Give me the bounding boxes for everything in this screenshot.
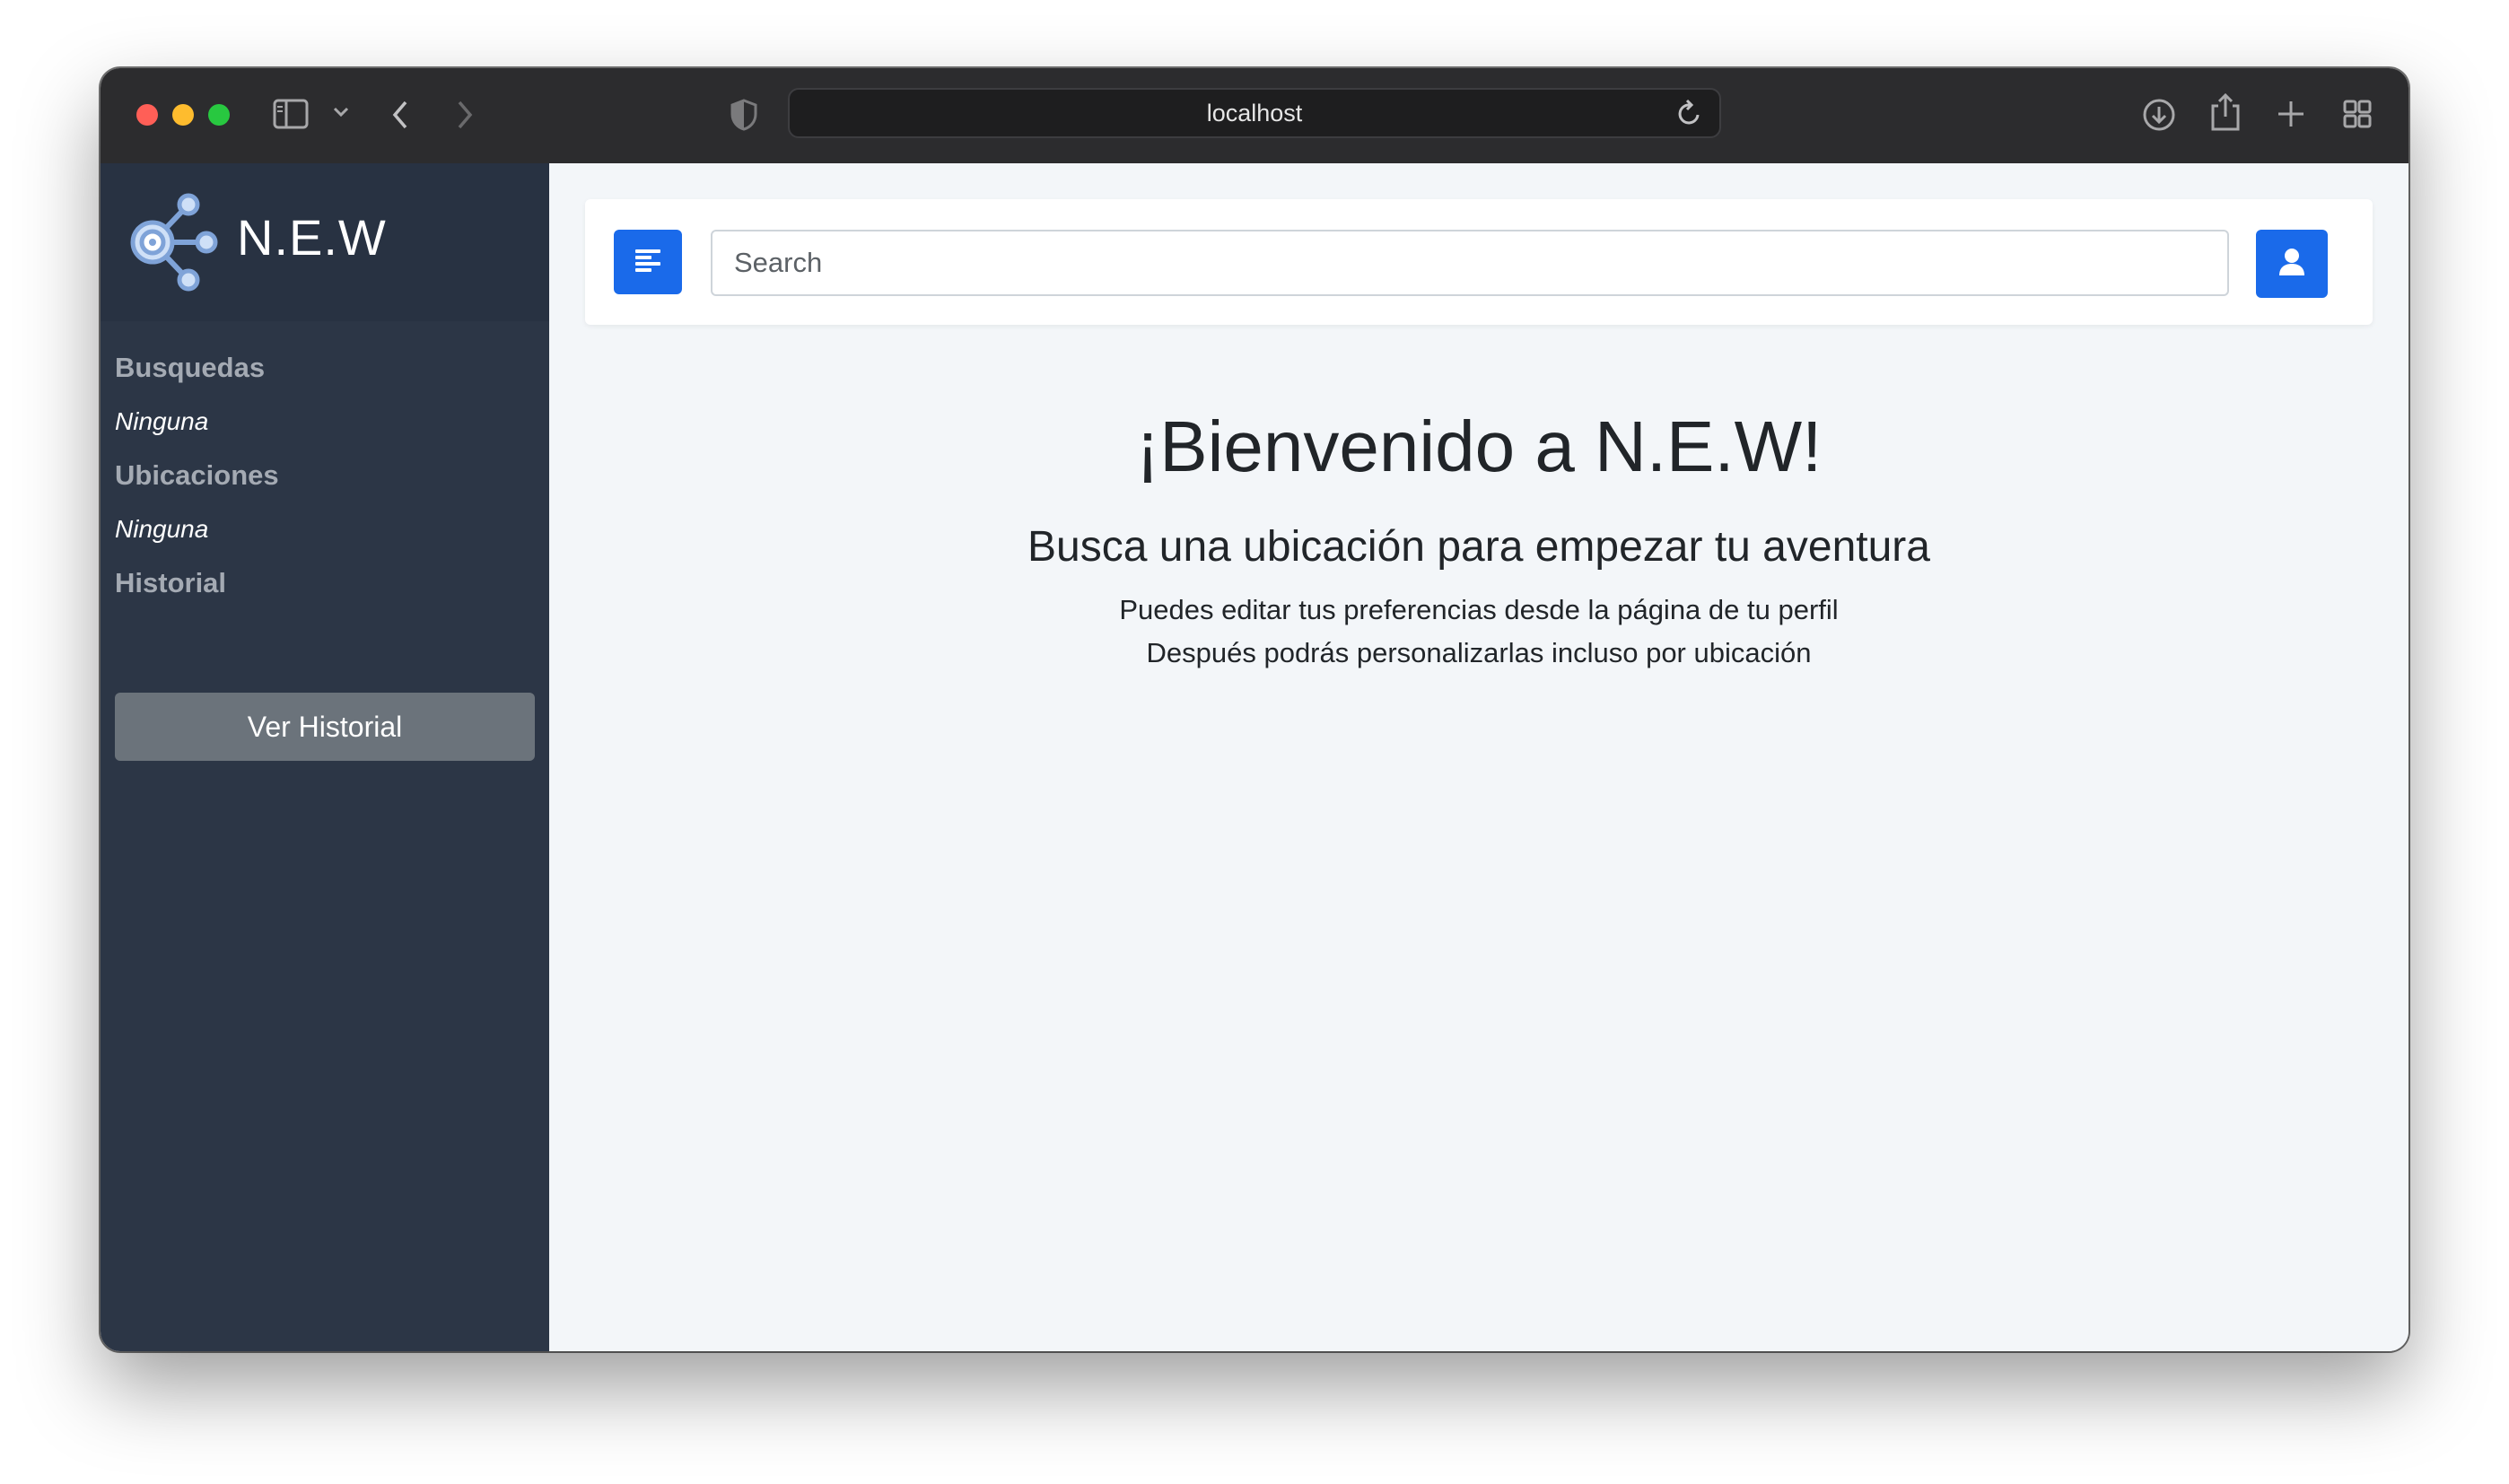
zoom-window-button[interactable] (208, 104, 230, 126)
search-input[interactable] (711, 230, 2229, 296)
plus-icon[interactable] (2276, 99, 2306, 129)
brand-name[interactable]: N.E.W (237, 208, 387, 266)
share-icon[interactable] (2209, 92, 2242, 133)
welcome-line-1: Puedes editar tus preferencias desde la … (1119, 594, 1839, 625)
main-content: ¡Bienvenido a N.E.W! Busca una ubicación… (549, 163, 2408, 1351)
user-icon (2278, 248, 2305, 281)
back-arrow-icon[interactable] (389, 99, 411, 131)
welcome-line-2: Después podrás personalizarlas incluso p… (1146, 637, 1812, 668)
reload-icon[interactable] (1676, 99, 1703, 127)
history-title: Historial (115, 567, 227, 598)
searches-title: Busquedas (115, 352, 266, 383)
brand-header: N.E.W (101, 163, 549, 321)
locations-title: Ubicaciones (115, 459, 279, 491)
locations-empty-item: Ninguna (115, 515, 209, 543)
welcome-subtitle: Busca una ubicación para empezar tu aven… (1027, 523, 1930, 571)
chevron-down-icon[interactable] (332, 106, 350, 118)
align-left-icon (634, 249, 661, 276)
browser-window: localhost N.E.W Busquedas Ninguna Ubicac… (101, 68, 2408, 1351)
minimize-window-button[interactable] (172, 104, 194, 126)
tab-overview-icon[interactable] (2342, 99, 2373, 129)
forward-arrow-icon[interactable] (454, 99, 476, 131)
view-history-button[interactable]: Ver Historial (115, 693, 535, 761)
download-icon[interactable] (2141, 97, 2177, 133)
sidebar: N.E.W Busquedas Ninguna Ubicaciones Ning… (101, 163, 549, 1351)
browser-toolbar: localhost (101, 68, 2408, 165)
address-bar[interactable]: localhost (788, 88, 1721, 138)
top-search-bar (585, 199, 2373, 325)
welcome-title: ¡Bienvenido a N.E.W! (1135, 406, 1823, 486)
sidebar-toggle-button[interactable] (614, 230, 682, 294)
close-window-button[interactable] (136, 104, 158, 126)
shield-icon[interactable] (730, 99, 757, 131)
address-text: localhost (1206, 99, 1303, 127)
user-profile-button[interactable] (2256, 230, 2328, 298)
sidebar-toggle-icon[interactable] (273, 99, 309, 129)
brand-logo-icon[interactable] (127, 190, 226, 299)
searches-empty-item: Ninguna (115, 407, 209, 435)
